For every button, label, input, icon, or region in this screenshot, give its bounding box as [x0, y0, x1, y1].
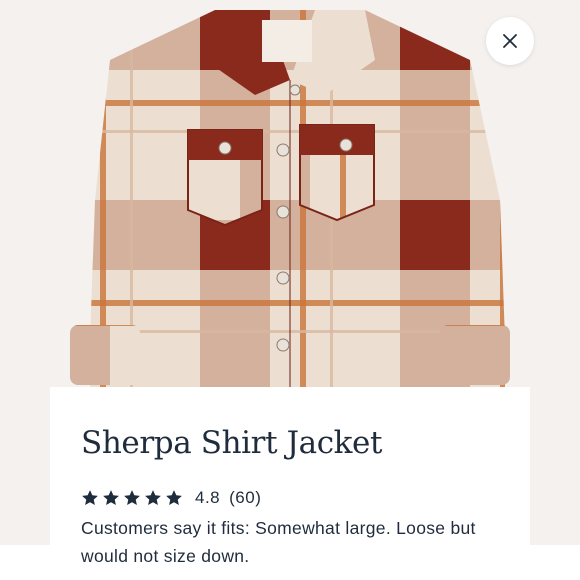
product-info-card: Sherpa Shirt Jacket 4.8 (60) Customers s… — [50, 387, 530, 580]
review-count[interactable]: (60) — [229, 488, 261, 508]
close-icon — [503, 34, 517, 48]
fit-summary: Customers say it fits: Somewhat large. L… — [81, 518, 476, 566]
star-icon — [82, 490, 98, 506]
rating-row[interactable]: 4.8 (60) — [81, 487, 261, 509]
star-icon — [166, 490, 182, 506]
star-icon — [145, 490, 161, 506]
product-title: Sherpa Shirt Jacket — [81, 425, 383, 461]
star-icon — [103, 490, 119, 506]
rating-stars — [81, 489, 183, 507]
star-icon — [124, 490, 140, 506]
rating-value: 4.8 — [195, 488, 221, 507]
close-button[interactable] — [486, 17, 534, 65]
